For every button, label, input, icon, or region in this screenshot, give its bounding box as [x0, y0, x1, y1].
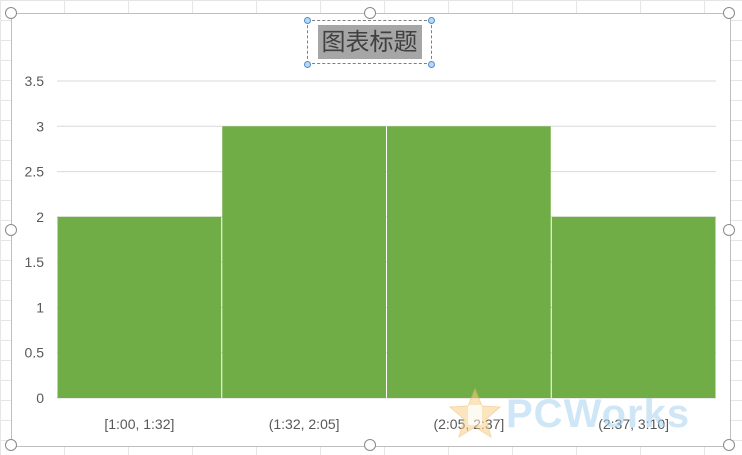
bar-1[interactable]: [57, 216, 222, 398]
x-tick-label: (1:32, 2:05]: [269, 416, 340, 432]
y-tick-label: 2.5: [25, 164, 45, 180]
star-logo-icon: [448, 387, 502, 441]
resize-handle-right[interactable]: [723, 224, 735, 236]
resize-handle-bottom[interactable]: [364, 439, 376, 451]
resize-handle-left[interactable]: [5, 224, 17, 236]
resize-handle-bottom-left[interactable]: [5, 439, 17, 451]
watermark: PCWorks: [448, 384, 690, 444]
resize-handle-top-left[interactable]: [5, 7, 17, 19]
bar-4[interactable]: [551, 216, 716, 398]
y-tick-label: 0.5: [25, 345, 45, 361]
y-axis-ticks: 0 0.5 1 1.5 2 2.5 3 3.5: [25, 73, 45, 406]
resize-handle-bottom-right[interactable]: [723, 439, 735, 451]
chart-title[interactable]: 图表标题: [317, 25, 422, 59]
y-tick-label: 1.5: [25, 254, 45, 270]
title-handle-bottom-right[interactable]: [428, 61, 435, 68]
watermark-text: PCWorks: [506, 391, 691, 436]
y-tick-label: 2: [36, 209, 44, 225]
title-handle-bottom-left[interactable]: [304, 61, 311, 68]
chart-title-box[interactable]: 图表标题: [307, 20, 432, 64]
y-tick-label: 3.5: [25, 73, 45, 89]
title-handle-top-left[interactable]: [304, 17, 311, 24]
title-handle-top-right[interactable]: [428, 17, 435, 24]
x-tick-label: [1:00, 1:32]: [104, 416, 174, 432]
bar-2[interactable]: [222, 126, 386, 399]
y-tick-label: 0: [36, 390, 44, 406]
bar-3[interactable]: [387, 126, 551, 399]
resize-handle-top-right[interactable]: [723, 7, 735, 19]
y-tick-label: 3: [36, 118, 44, 134]
resize-handle-top[interactable]: [364, 7, 376, 19]
y-tick-label: 1: [36, 299, 44, 315]
